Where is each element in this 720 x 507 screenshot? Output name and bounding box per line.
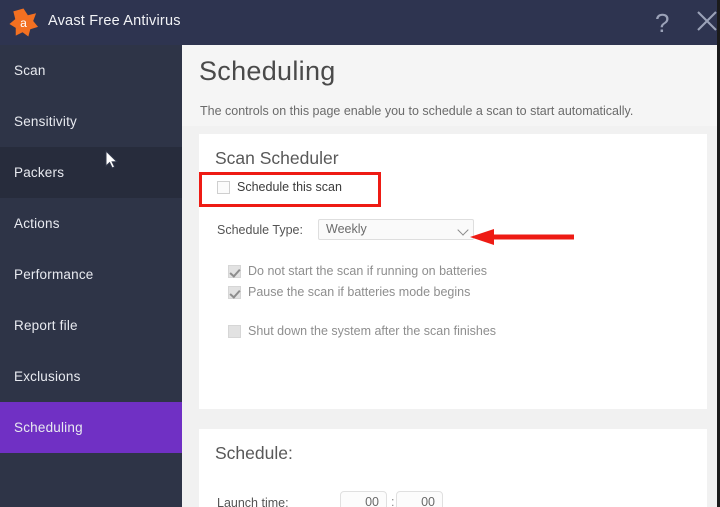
sidebar-item-packers[interactable]: Packers — [0, 147, 182, 198]
option-shutdown-after-scan-label: Shut down the system after the scan fini… — [248, 324, 497, 338]
sidebar-item-scheduling[interactable]: Scheduling — [0, 402, 182, 453]
scan-scheduler-panel: Scan Scheduler Schedule this scan Schedu… — [199, 134, 707, 409]
close-button[interactable] — [695, 9, 717, 33]
schedule-this-scan-label: Schedule this scan — [237, 180, 342, 194]
sidebar-item-actions[interactable]: Actions — [0, 198, 182, 249]
schedule-type-label: Schedule Type: — [217, 223, 303, 237]
schedule-panel: Schedule: Launch time: 00 : 00 Launch da… — [199, 429, 707, 507]
option-pause-on-battery-label: Pause the scan if batteries mode begins — [248, 285, 471, 299]
option-shutdown-after-scan-checkbox[interactable]: Shut down the system after the scan fini… — [228, 324, 496, 338]
scan-scheduler-heading: Scan Scheduler — [215, 148, 339, 168]
main-content: Scheduling The controls on this page ena… — [182, 45, 717, 507]
launch-time-separator: : — [391, 495, 395, 507]
page-title: Scheduling — [199, 56, 336, 86]
window-title: Avast Free Antivirus — [48, 13, 181, 29]
checkbox-box-icon — [217, 180, 230, 194]
schedule-this-scan-checkbox[interactable]: Schedule this scan — [217, 180, 342, 194]
launch-time-label: Launch time: — [217, 496, 289, 507]
page-header: Scheduling The controls on this page ena… — [182, 45, 717, 126]
chevron-down-icon — [457, 224, 469, 236]
close-icon — [697, 11, 717, 31]
sidebar-item-scan[interactable]: Scan — [0, 45, 182, 96]
option-no-battery-start-checkbox[interactable]: Do not start the scan if running on batt… — [228, 264, 487, 278]
sidebar: Scan Sensitivity Packers Actions Perform… — [0, 45, 182, 507]
checkbox-box-icon — [228, 324, 241, 338]
schedule-type-dropdown[interactable]: Weekly — [318, 219, 474, 240]
option-no-battery-start-label: Do not start the scan if running on batt… — [248, 264, 488, 278]
sidebar-item-performance[interactable]: Performance — [0, 249, 182, 300]
checkbox-box-icon — [228, 285, 241, 299]
sidebar-item-exclusions[interactable]: Exclusions — [0, 351, 182, 402]
avast-settings-window: a Avast Free Antivirus ? Scan Sensitivit… — [0, 0, 720, 507]
option-pause-on-battery-checkbox[interactable]: Pause the scan if batteries mode begins — [228, 285, 470, 299]
sidebar-item-sensitivity[interactable]: Sensitivity — [0, 96, 182, 147]
checkbox-box-icon — [228, 264, 241, 278]
launch-time-hours-input[interactable]: 00 — [340, 491, 387, 507]
schedule-type-value: Weekly — [326, 222, 367, 236]
page-subtitle: The controls on this page enable you to … — [200, 104, 634, 118]
avast-logo-icon: a — [9, 8, 39, 37]
launch-time-minutes-input[interactable]: 00 — [396, 491, 443, 507]
title-bar: a Avast Free Antivirus ? — [0, 0, 717, 45]
svg-text:a: a — [20, 16, 27, 30]
help-button[interactable]: ? — [655, 10, 669, 36]
sidebar-item-report-file[interactable]: Report file — [0, 300, 182, 351]
schedule-heading: Schedule: — [215, 443, 293, 463]
